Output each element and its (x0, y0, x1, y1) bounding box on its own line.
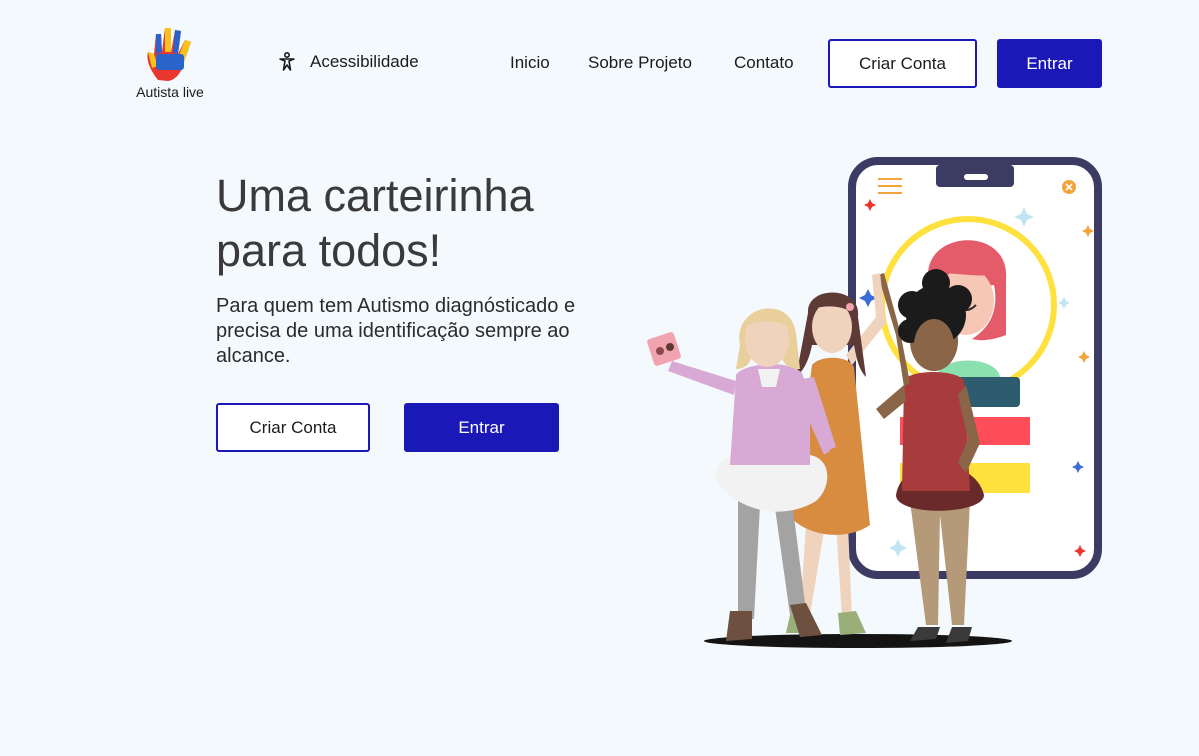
hero-illustration (647, 157, 1102, 648)
hero-title: Uma carteirinha para todos! (216, 170, 534, 276)
hand-logo-icon (147, 28, 191, 81)
hero-subtitle: Para quem tem Autismo diagnósticado e pr… (216, 295, 576, 367)
nav-contato[interactable]: Contato (734, 53, 794, 73)
nav-inicio[interactable]: Inicio (510, 53, 550, 73)
brand-logo[interactable]: Autista live (130, 26, 210, 100)
close-icon (1062, 180, 1076, 194)
accessibility-label: Acessibilidade (310, 52, 419, 71)
accessibility-icon (279, 52, 295, 71)
hero-create-account-button[interactable]: Criar Conta (216, 403, 370, 452)
brand-name: Autista live (136, 84, 204, 100)
nav-sobre-projeto[interactable]: Sobre Projeto (588, 53, 692, 73)
header-login-button[interactable]: Entrar (997, 39, 1102, 88)
hero-login-button[interactable]: Entrar (404, 403, 559, 452)
accessibility-button[interactable]: Acessibilidade (278, 52, 419, 72)
phone-illustration (848, 157, 1102, 579)
header-create-account-button[interactable]: Criar Conta (828, 39, 977, 88)
